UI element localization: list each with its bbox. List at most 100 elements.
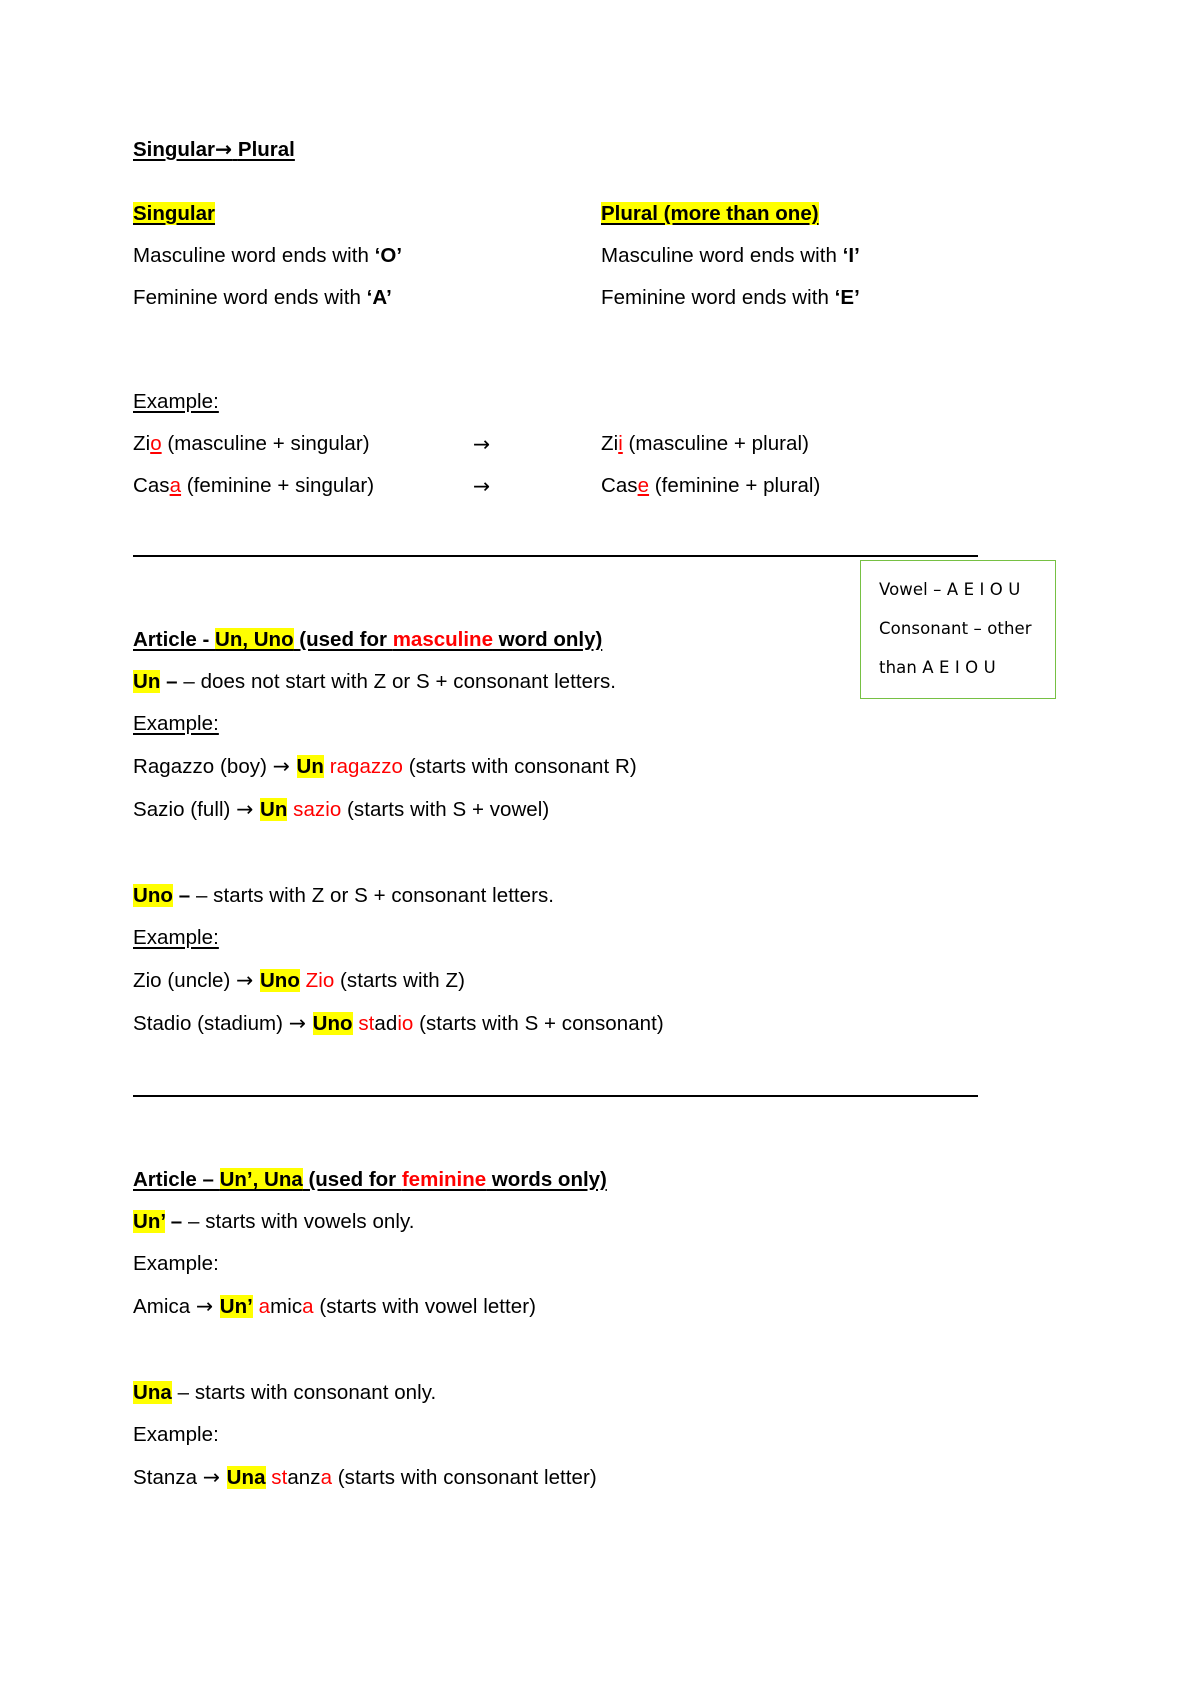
example-casa-ending: a	[169, 474, 182, 497]
rule-masculine-plural-text: Masculine word ends with	[601, 244, 843, 267]
example-sazio-word: Sazio (full)	[133, 798, 237, 821]
example-label-una: Example:	[133, 1414, 1053, 1456]
example-zio-note: (masculine + singular)	[161, 432, 370, 455]
divider-wrap-2	[133, 1045, 1053, 1097]
example-label-uno-text: Example:	[133, 926, 219, 949]
rule-una: Una – starts with consonant only.	[133, 1372, 1053, 1414]
example-zio-uncle-note: (starts with Z)	[334, 969, 465, 992]
example-case-stem: Cas	[601, 474, 638, 497]
column-header-singular-label: Singular	[133, 202, 216, 225]
example-casa-stem: Cas	[133, 474, 170, 497]
example-zio-uncle-arrow-icon: →	[236, 968, 260, 992]
example-amica-result-red-1: a	[252, 1295, 271, 1318]
heading-arrow-icon: →	[215, 137, 233, 161]
example-ragazzo-result-red-1: ragazz	[323, 755, 392, 778]
example-zio-uncle: Zio (uncle) → Uno Zio (starts with Z)	[133, 959, 1053, 1002]
example-ragazzo-arrow-icon: →	[272, 754, 297, 778]
example-stanza-word: Stanza	[133, 1466, 203, 1489]
heading-feminine-mid: (used for	[302, 1168, 402, 1191]
example-zio-arrow-icon: →	[473, 432, 491, 456]
rule-una-article: Una	[133, 1381, 172, 1404]
rule-una-text: – starts with consonant only.	[171, 1381, 437, 1404]
example-stadio-note: (starts with S + consonant)	[413, 1012, 664, 1035]
rule-row-feminine: Feminine word ends with ‘A’ Feminine wor…	[133, 277, 1053, 319]
heading-article-names: Un, Uno	[215, 628, 294, 651]
example-zii-note: (masculine + plural)	[622, 432, 809, 455]
example-stanza-note: (starts with consonant letter)	[332, 1466, 597, 1489]
section-heading-feminine-articles: Article – Un’, Una (used for feminine wo…	[133, 1159, 1053, 1201]
example-ragazzo-article: Un	[296, 755, 324, 778]
rule-feminine-singular-text: Feminine word ends with	[133, 286, 367, 309]
rule-masculine-plural-letter: ‘I’	[842, 244, 860, 267]
rule-masculine-singular: Masculine word ends with ‘O’	[133, 235, 402, 277]
rule-uno-article: Uno	[133, 884, 173, 907]
heading-feminine-suffix: words only)	[486, 1168, 607, 1191]
rule-un: Un – – does not start with Z or S + cons…	[133, 661, 1053, 703]
divider-wrap-1	[133, 507, 1053, 557]
example-stanza-result-black: anz	[287, 1466, 321, 1489]
example-label-un: Example:	[133, 703, 1053, 745]
example-label-un-apostrophe-text: Example:	[133, 1252, 219, 1275]
rule-row-masculine: Masculine word ends with ‘O’ Masculine w…	[133, 235, 1053, 277]
example-amica-word: Amica	[133, 1295, 196, 1318]
example-stadio: Stadio (stadium) → Uno stadio (starts wi…	[133, 1002, 1053, 1045]
example-sazio-note: (starts with S + vowel)	[341, 798, 550, 821]
example-amica-result-red-2: a	[302, 1295, 314, 1318]
example-stanza-article: Una	[226, 1466, 266, 1489]
example-label-un-text: Example:	[133, 712, 219, 735]
example-ragazzo-note: (starts with consonant R)	[402, 755, 637, 778]
example-amica-result-black: mic	[270, 1295, 303, 1318]
rule-un-dash: –	[160, 670, 178, 693]
column-headers-row: Singular Plural (more than one)	[133, 193, 1053, 235]
example-stadio-result-red-2: io	[397, 1012, 414, 1035]
heading-article-suffix: word only)	[492, 628, 603, 651]
section-heading-singular-plural: Singular→ Plural	[133, 128, 1053, 171]
heading-singular-word: Singular	[133, 138, 216, 161]
rule-uno-text: – starts with Z or S + consonant letters…	[190, 884, 555, 907]
example-stadio-result-red-1: st	[352, 1012, 375, 1035]
example-stanza-arrow-icon: →	[202, 1465, 227, 1489]
rule-feminine-plural: Feminine word ends with ‘E’	[601, 277, 860, 319]
column-header-plural-label: Plural (more than one)	[601, 202, 819, 225]
heading-article-prefix: Article -	[133, 628, 216, 651]
rule-feminine-plural-letter: ‘E’	[834, 286, 860, 309]
column-header-plural: Plural (more than one)	[601, 193, 819, 235]
example-ragazzo-word: Ragazzo (boy)	[133, 755, 273, 778]
rule-un-apostrophe-text: – starts with vowels only.	[182, 1210, 415, 1233]
heading-feminine-prefix: Article –	[133, 1168, 220, 1191]
example-case-ending: e	[637, 474, 650, 497]
example-label-un-apostrophe: Example:	[133, 1243, 1053, 1285]
example-label-plural: Example:	[133, 381, 1053, 423]
example-sazio-result-red-1: sazi	[287, 798, 330, 821]
example-label-plural-text: Example:	[133, 390, 219, 413]
rule-masculine-singular-letter: ‘O’	[374, 244, 403, 267]
example-casa-singular: Casa (feminine + singular)	[133, 465, 374, 507]
rule-un-apostrophe-dash: –	[165, 1210, 183, 1233]
example-row-zio: Zio (masculine + singular) → Zii (mascul…	[133, 423, 1053, 465]
example-zio-uncle-result-red-1: Zio	[299, 969, 335, 992]
example-sazio-result-red-2: o	[329, 798, 342, 821]
example-label-una-text: Example:	[133, 1423, 219, 1446]
example-stanza-result-red-1: st	[265, 1466, 288, 1489]
rule-un-apostrophe-article: Un’	[133, 1210, 166, 1233]
example-casa-note: (feminine + singular)	[181, 474, 375, 497]
example-row-casa: Casa (feminine + singular) → Case (femin…	[133, 465, 1053, 507]
column-header-singular: Singular	[133, 193, 216, 235]
example-zio-singular: Zio (masculine + singular)	[133, 423, 370, 465]
example-stadio-word: Stadio (stadium)	[133, 1012, 289, 1035]
example-sazio-arrow-icon: →	[236, 797, 260, 821]
document-content: Singular→ Plural Singular Plural (more t…	[133, 128, 1053, 1499]
heading-feminine-gender: feminine	[401, 1168, 487, 1191]
section-heading-masculine-articles: Article - Un, Uno (used for masculine wo…	[133, 619, 1053, 661]
example-zii-stem: Zi	[601, 432, 619, 455]
rule-feminine-singular-letter: ‘A’	[366, 286, 392, 309]
example-casa-arrow-icon: →	[473, 474, 491, 498]
example-amica: Amica → Un’ amica (starts with vowel let…	[133, 1285, 1053, 1328]
example-stanza-result-red-2: a	[320, 1466, 333, 1489]
example-amica-note: (starts with vowel letter)	[313, 1295, 536, 1318]
example-ragazzo: Ragazzo (boy) → Un ragazzo (starts with …	[133, 745, 1053, 788]
